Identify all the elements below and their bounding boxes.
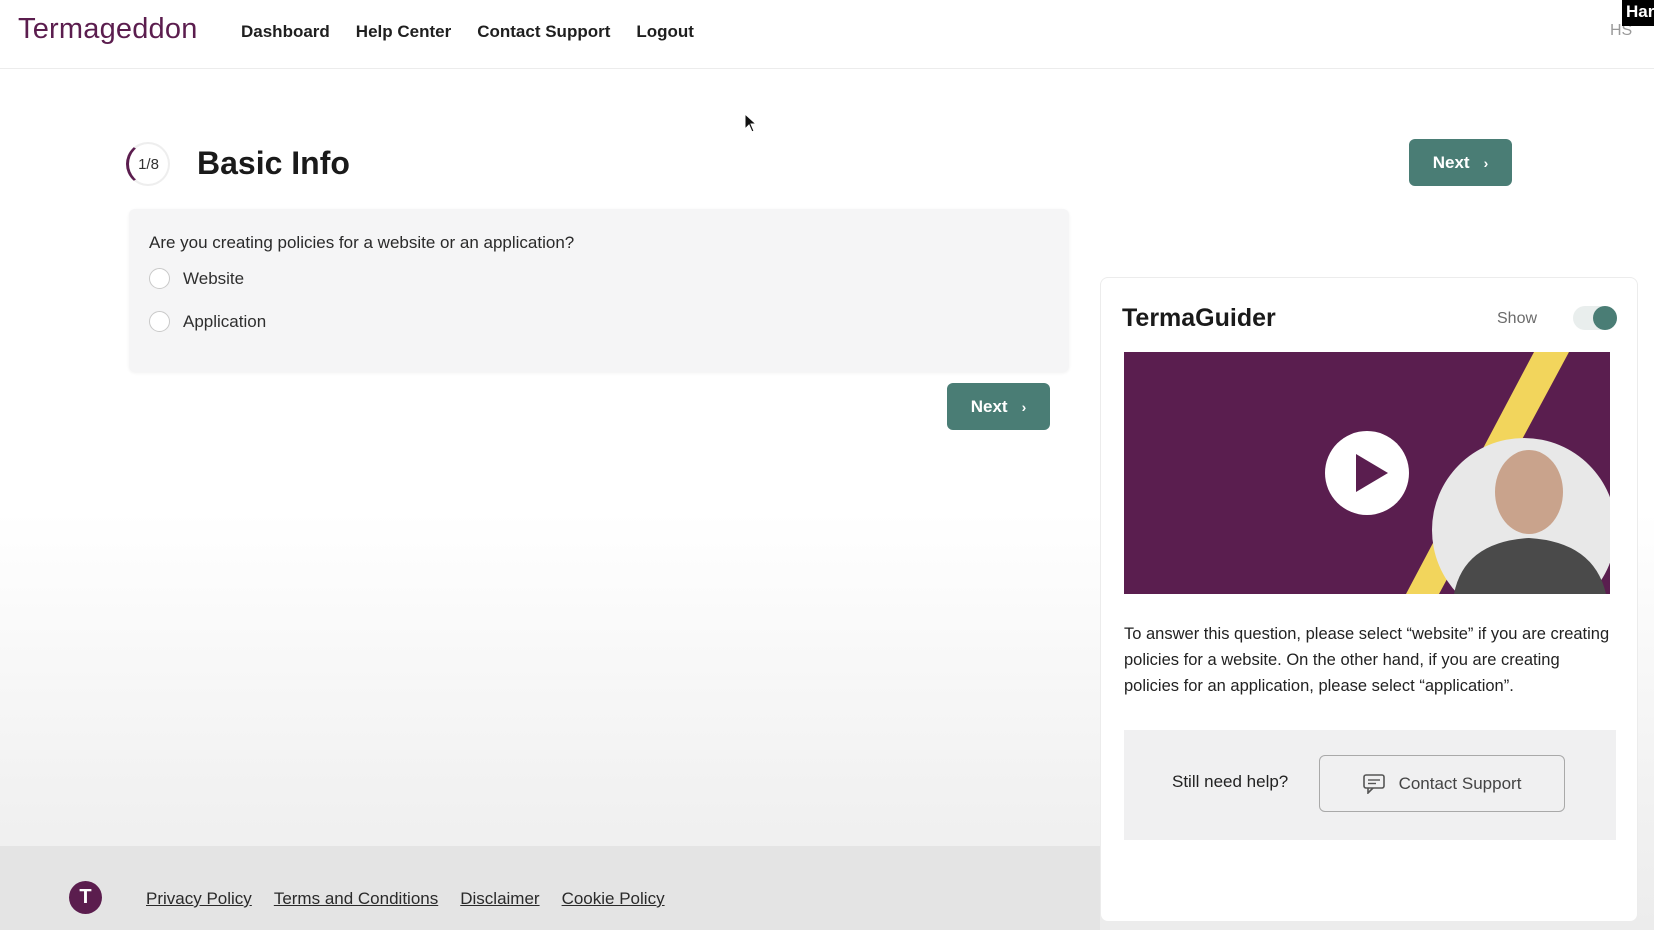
question-text: Are you creating policies for a website … <box>149 233 575 252</box>
footer-logo[interactable]: T <box>69 881 102 914</box>
guider-title: TermaGuider <box>1122 304 1276 332</box>
show-toggle-label: Show <box>1497 310 1538 327</box>
option-application[interactable]: Application <box>149 311 266 332</box>
footer: T Privacy Policy Terms and Conditions Di… <box>0 846 1100 930</box>
footer-links: Privacy Policy Terms and Conditions Disc… <box>146 889 665 909</box>
termaguider-panel: TermaGuider Show To answer this question… <box>1100 277 1638 922</box>
application-radio[interactable] <box>149 311 170 332</box>
mouse-cursor-icon <box>744 113 758 133</box>
chat-icon <box>1362 773 1385 794</box>
nav-logout[interactable]: Logout <box>636 22 694 42</box>
footer-link-cookie[interactable]: Cookie Policy <box>562 889 665 909</box>
next-button-label: Next <box>1432 152 1470 172</box>
brand-logo[interactable]: Termageddon <box>18 13 198 46</box>
guider-description: To answer this question, please select “… <box>1124 625 1610 695</box>
show-toggle[interactable] <box>1573 306 1617 330</box>
help-question: Still need help? <box>1172 772 1289 791</box>
contact-support-button[interactable]: Contact Support <box>1319 755 1565 812</box>
next-button-label: Next <box>970 396 1008 416</box>
top-header: Termageddon Dashboard Help Center Contac… <box>0 0 1654 69</box>
chevron-right-icon: › <box>1483 154 1489 171</box>
contact-support-label: Contact Support <box>1398 773 1522 793</box>
next-button-top[interactable]: Next › <box>1409 139 1512 186</box>
option-label: Application <box>183 311 267 331</box>
footer-link-privacy[interactable]: Privacy Policy <box>146 889 252 909</box>
page-title: Basic Info <box>197 145 350 181</box>
footer-link-terms[interactable]: Terms and Conditions <box>274 889 438 909</box>
video-thumbnail <box>1124 352 1610 594</box>
help-box: Still need help? Contact Support <box>1124 730 1616 840</box>
option-label: Website <box>183 268 245 288</box>
nav-help-center[interactable]: Help Center <box>356 22 451 42</box>
corner-label: Har <box>1622 0 1654 26</box>
chevron-right-icon: › <box>1021 398 1027 415</box>
nav-contact-support[interactable]: Contact Support <box>477 22 610 42</box>
footer-link-disclaimer[interactable]: Disclaimer <box>460 889 539 909</box>
website-radio[interactable] <box>149 268 170 289</box>
nav-dashboard[interactable]: Dashboard <box>241 22 330 42</box>
guide-video[interactable] <box>1124 352 1610 594</box>
toggle-knob <box>1593 306 1617 330</box>
main-nav: Dashboard Help Center Contact Support Lo… <box>241 22 694 42</box>
question-card: Are you creating policies for a website … <box>129 209 1069 372</box>
option-website[interactable]: Website <box>149 268 244 289</box>
step-progress-indicator: 1/8 <box>126 142 170 186</box>
next-button-bottom[interactable]: Next › <box>947 383 1050 430</box>
step-progress-text: 1/8 <box>138 155 159 173</box>
